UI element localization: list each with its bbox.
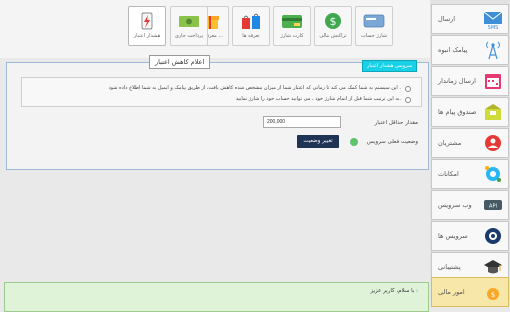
- svg-text:API: API: [489, 204, 497, 210]
- toolbar-label: پرداخت جاری: [174, 33, 204, 39]
- sidebar-item-scheduled[interactable]: ارسال زماندار: [431, 66, 509, 96]
- sidebar-item-inbox[interactable]: صندوق پیام ها: [431, 97, 509, 127]
- api-icon: API: [484, 200, 502, 210]
- sidebar-item-send[interactable]: ارسال SMS: [431, 4, 509, 34]
- toolbar-label: شارژ حساب: [361, 33, 387, 39]
- sidebar-item-label: پیامک انبوه: [438, 46, 468, 54]
- sidebar-item-finance[interactable]: امور مالی $: [431, 277, 509, 307]
- tariff-bags-icon: [242, 13, 260, 29]
- svg-text:SMS: SMS: [488, 25, 499, 30]
- inbox-icon: [485, 104, 501, 120]
- graduation-icon: [484, 260, 502, 274]
- svg-text:$: $: [491, 291, 495, 299]
- services-icon: [485, 228, 501, 244]
- top-toolbar: شارژ حساب $ تراکنش مالی کارت شارژ تعرفه …: [0, 0, 430, 58]
- sidebar-item-label: صندوق پیام ها: [438, 108, 477, 116]
- status-check-icon: [350, 138, 358, 146]
- min-credit-input[interactable]: [263, 116, 341, 128]
- sidebar-item-label: امکانات: [438, 170, 459, 178]
- welcome-box: با سلام، کاربر عزیز :: [4, 282, 429, 312]
- toolbar-tariffs-button[interactable]: تعرفه ها: [232, 6, 270, 46]
- cash-icon: [179, 16, 199, 27]
- sidebar-item-services[interactable]: سرویس ها: [431, 221, 509, 251]
- sidebar-item-bulk-sms[interactable]: پیامک انبوه: [431, 35, 509, 65]
- info-notice: این سیستم به شما کمک می کند تا زمانی که …: [21, 77, 422, 107]
- sms-icon: SMS: [483, 11, 503, 30]
- sidebar-item-label: امور مالی: [438, 288, 465, 296]
- money-icon: $: [325, 13, 341, 29]
- bullet-icon: [405, 86, 411, 92]
- sidebar-item-customers[interactable]: مشتریان: [431, 128, 509, 158]
- service-status-label: وضعیت فعلی سرویس: [366, 139, 418, 145]
- sidebar: ارسال SMS پیامک انبوه ارسال زماندار صندو…: [430, 0, 510, 307]
- customers-icon: [485, 135, 501, 151]
- card-icon: [282, 15, 302, 28]
- credit-alert-icon: [141, 12, 153, 30]
- toolbar-payment-button[interactable]: پرداخت جاری: [170, 6, 208, 46]
- bullet-icon: [405, 97, 411, 103]
- min-credit-label: مقدار حداقل اعتبار: [374, 120, 418, 126]
- calendar-icon: [485, 74, 501, 89]
- toolbar-transactions-button[interactable]: $ تراکنش مالی: [314, 6, 352, 46]
- sidebar-item-label: سرویس ها: [438, 232, 468, 240]
- change-status-button[interactable]: تغییر وضعیت: [297, 135, 339, 148]
- gear-icon: [485, 166, 501, 182]
- tab-credit-alert-service[interactable]: سرویس هشدار اعتبار: [362, 60, 418, 72]
- toolbar-label: کارت شارژ: [280, 33, 304, 39]
- tower-icon: [486, 41, 500, 60]
- sidebar-item-label: پشتیبانی: [438, 263, 461, 271]
- notice-line: به این ترتیب شما قبل از اتمام شارژ خود ،…: [235, 96, 401, 102]
- toolbar-recharge-button[interactable]: شارژ حساب: [355, 6, 393, 46]
- sidebar-item-label: ارسال زماندار: [438, 77, 476, 85]
- panel-title: اعلام کاهش اعتبار: [149, 55, 211, 69]
- sidebar-item-label: ارسال: [438, 15, 456, 23]
- sidebar-item-features[interactable]: امکانات: [431, 159, 509, 189]
- recharge-card-icon: [363, 14, 385, 28]
- toolbar-label: تراکنش مالی: [319, 33, 347, 39]
- sidebar-item-webservice[interactable]: وب سرویس API: [431, 190, 509, 220]
- toolbar-credit-alert-button[interactable]: هشدار اعتبار: [128, 6, 166, 46]
- sidebar-item-label: مشتریان: [438, 139, 462, 147]
- sidebar-item-label: وب سرویس: [438, 201, 472, 209]
- credit-alert-panel: اعلام کاهش اعتبار سرویس هشدار اعتبار این…: [6, 55, 429, 170]
- toolbar-charge-card-button[interactable]: کارت شارژ: [273, 6, 311, 46]
- welcome-text: با سلام، کاربر عزیز :: [370, 288, 418, 294]
- svg-text:$: $: [330, 15, 337, 28]
- notice-line: این سیستم به شما کمک می کند تا زمانی که …: [108, 85, 401, 91]
- toolbar-label: هشدار اعتبار: [133, 33, 161, 39]
- toolbar-label: تعرفه ها: [242, 33, 260, 39]
